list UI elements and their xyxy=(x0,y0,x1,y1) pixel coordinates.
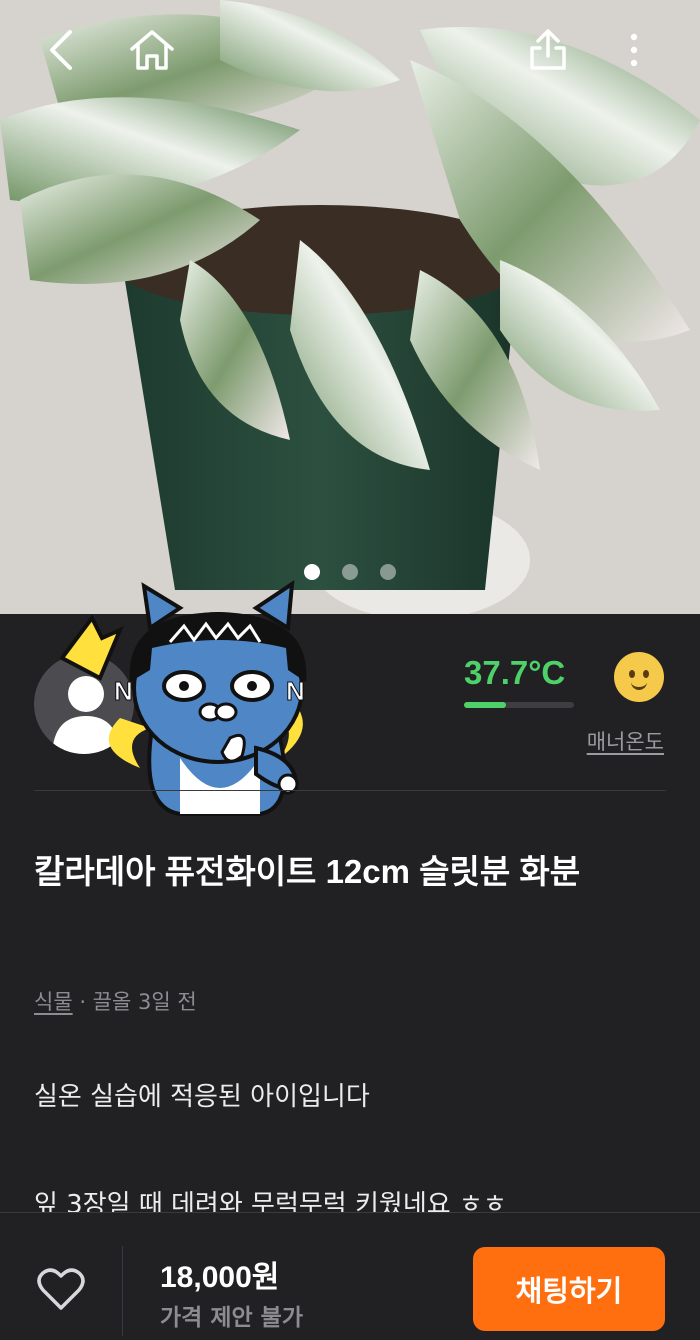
heart-icon xyxy=(37,1268,85,1310)
like-button[interactable] xyxy=(34,1262,88,1316)
share-icon xyxy=(530,29,566,70)
smile-face-icon xyxy=(614,652,664,702)
vertical-divider xyxy=(122,1246,123,1336)
description-line: 실온 실습에 적응된 아이입니다 xyxy=(34,1082,370,1112)
home-icon xyxy=(130,30,174,70)
photo-topbar xyxy=(0,0,700,100)
back-button[interactable] xyxy=(34,22,90,78)
meta-separator: · xyxy=(72,990,93,1014)
home-button[interactable] xyxy=(124,22,180,78)
category-link[interactable]: 식물 xyxy=(34,990,73,1014)
bump-time: 끌올 3일 전 xyxy=(92,990,197,1014)
chat-button[interactable]: 채팅하기 xyxy=(473,1247,665,1331)
back-icon xyxy=(50,30,72,70)
svg-text:N: N xyxy=(286,676,305,706)
more-icon xyxy=(630,33,638,67)
manner-temperature[interactable]: 37.7°C 매너온도 xyxy=(464,650,664,760)
manner-temp-bar xyxy=(464,702,574,708)
product-title: 칼라데아 퓨전화이트 12cm 슬릿분 화분 xyxy=(34,853,581,890)
divider xyxy=(34,790,666,791)
pagination-dot[interactable] xyxy=(342,564,358,580)
description-line xyxy=(34,1124,674,1178)
product-photo[interactable] xyxy=(0,0,700,614)
price-offer-note: 가격 제안 불가 xyxy=(160,1305,303,1331)
manner-temp-fill xyxy=(464,702,506,708)
pagination-dot[interactable] xyxy=(380,564,396,580)
manner-temp-value: 37.7°C xyxy=(464,654,566,691)
product-meta: 식물 · 끌올 3일 전 xyxy=(34,986,197,1016)
manner-temp-label[interactable]: 매너온도 xyxy=(587,726,664,756)
price: 18,000원 xyxy=(160,1261,280,1294)
more-button[interactable] xyxy=(606,22,662,78)
share-button[interactable] xyxy=(520,22,576,78)
character-sticker: N N xyxy=(60,580,307,816)
product-description: 실온 실습에 적응된 아이입니다 잎 3장일 때 데려와 무럭무럭 키웠네요 ㅎ… xyxy=(34,1070,674,1232)
svg-text:N: N xyxy=(114,676,133,706)
